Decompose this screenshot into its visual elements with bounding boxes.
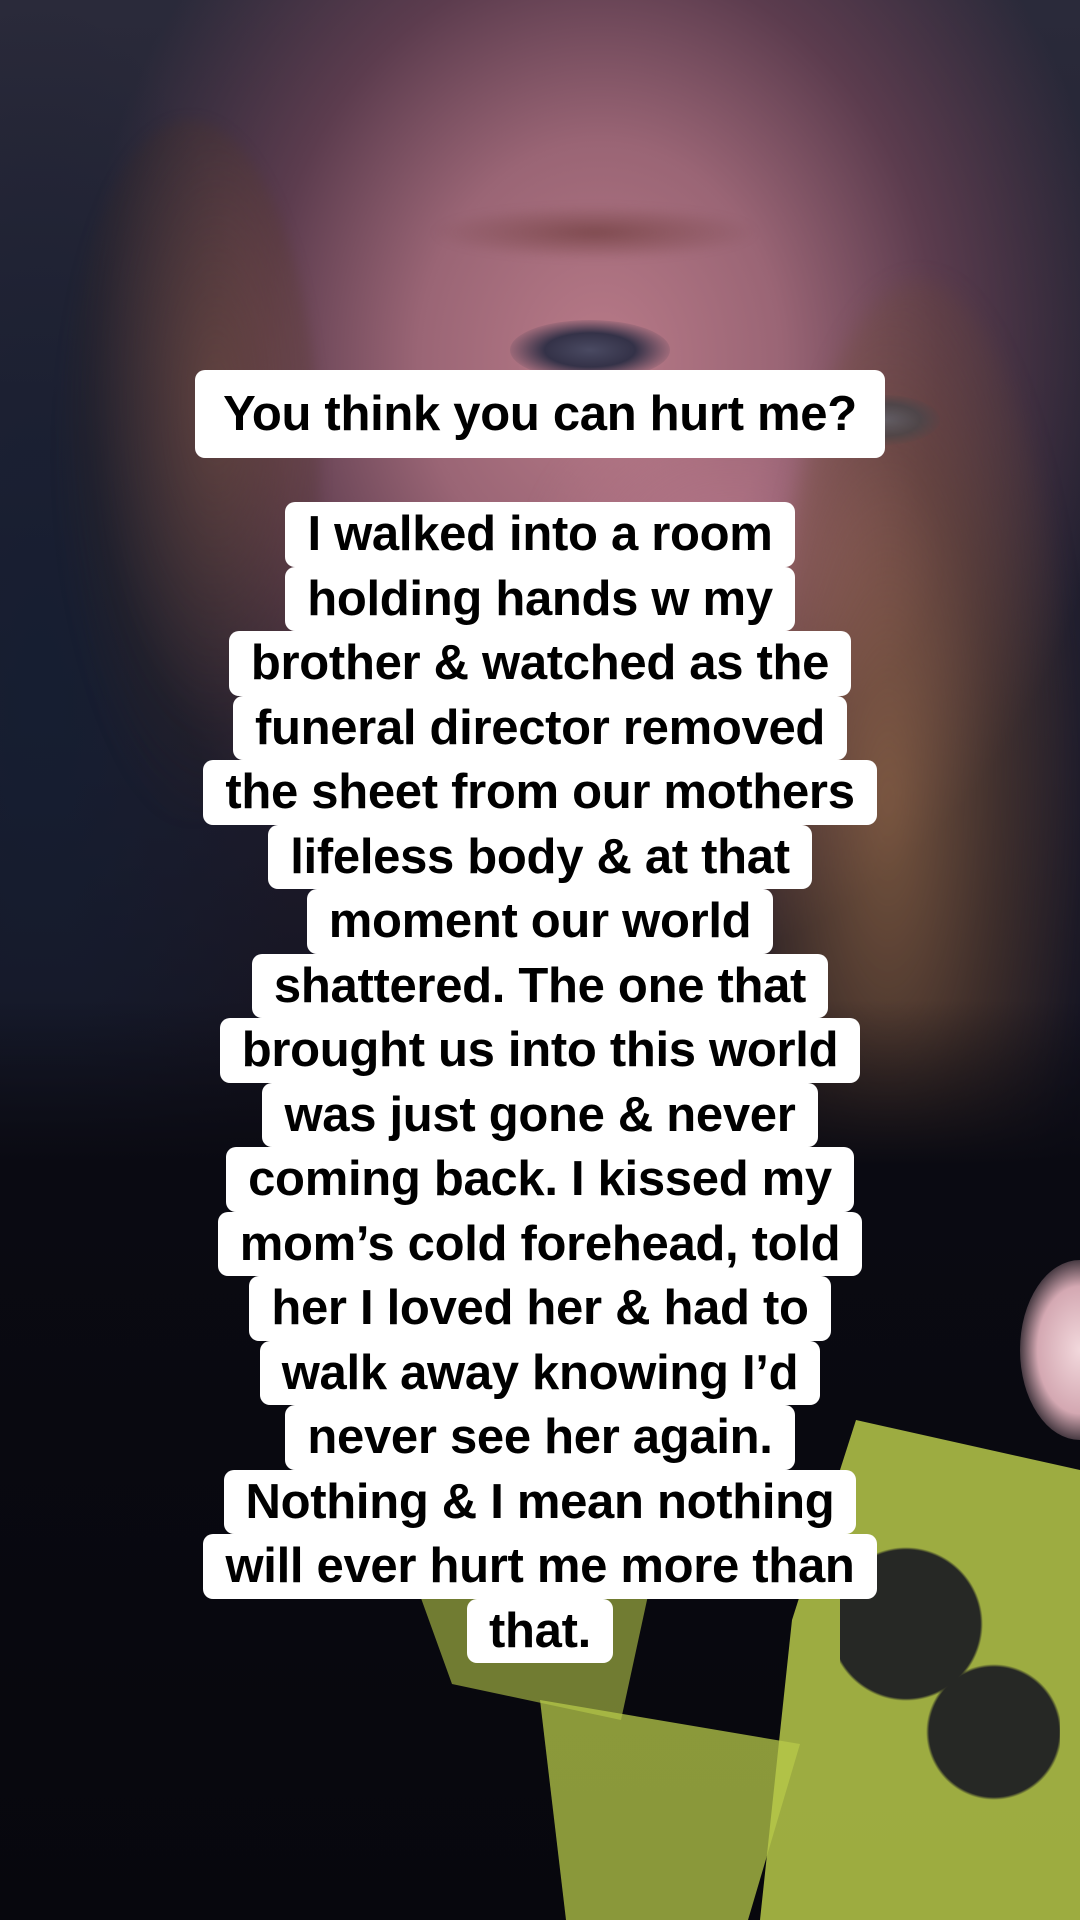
caption-line: Nothing & I mean nothing <box>223 1469 857 1534</box>
caption-line: funeral director removed <box>232 695 848 760</box>
caption-line: will ever hurt me more than <box>203 1534 877 1599</box>
caption-line: brought us into this world <box>219 1018 861 1083</box>
caption-line: was just gone & never <box>262 1082 818 1147</box>
caption-line: walk away knowing I’d <box>259 1340 821 1405</box>
caption-line: lifeless body & at that <box>268 824 812 889</box>
caption-title: You think you can hurt me? <box>195 370 885 458</box>
caption-line: the sheet from our mothers <box>203 760 877 825</box>
caption-line: shattered. The one that <box>251 953 829 1018</box>
video-frame[interactable]: You think you can hurt me? I walked into… <box>0 0 1080 1920</box>
caption-line: her I loved her & had to <box>249 1276 831 1341</box>
eyebrow <box>430 205 760 260</box>
caption-line: mom’s cold forehead, told <box>217 1211 863 1276</box>
caption-line: brother & watched as the <box>228 631 852 696</box>
caption-line: that. <box>467 1598 613 1663</box>
caption-title-block: You think you can hurt me? <box>0 370 1080 458</box>
caption-line: never see her again. <box>285 1405 795 1470</box>
caption-line: I walked into a room <box>285 502 795 567</box>
caption-line: holding hands w my <box>285 566 795 631</box>
caption-line: moment our world <box>306 889 774 954</box>
caption-body-block: I walked into a room holding hands w my … <box>0 502 1080 1663</box>
caption-line: coming back. I kissed my <box>226 1147 854 1212</box>
